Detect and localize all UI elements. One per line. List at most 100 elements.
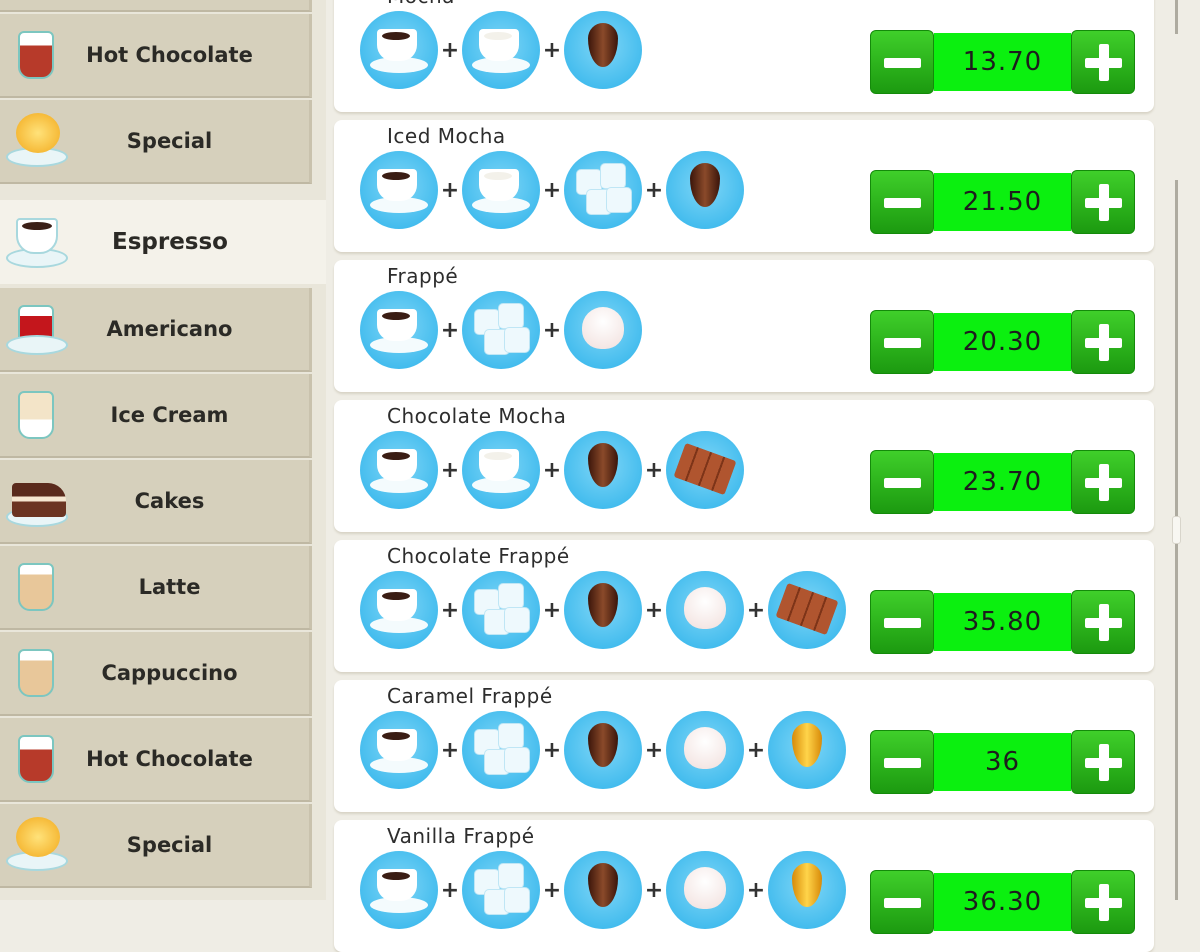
recipe-list: Mocha++13.70Iced Mocha+++21.50Frappé++20… bbox=[334, 0, 1154, 952]
sidebar-item-label: Americano bbox=[106, 317, 233, 341]
price-stepper[interactable]: 36 bbox=[870, 730, 1135, 794]
price-stepper[interactable]: 36.30 bbox=[870, 870, 1135, 934]
sidebar-item-label: Hot Chocolate bbox=[86, 43, 253, 67]
recipe-card: Iced Mocha + + +21.50 bbox=[334, 120, 1154, 252]
cup-shape bbox=[377, 449, 417, 481]
price-value: 36 bbox=[934, 733, 1071, 791]
decrease-button[interactable] bbox=[870, 30, 934, 94]
caramel-syrup-icon bbox=[768, 851, 846, 929]
plus-icon-vertical bbox=[1099, 884, 1109, 921]
decrease-button[interactable] bbox=[870, 590, 934, 654]
decrease-button[interactable] bbox=[870, 730, 934, 794]
plus-sign: + bbox=[440, 317, 460, 343]
sidebar-item[interactable]: Special bbox=[0, 804, 312, 888]
sidebar-item-label: Cappuccino bbox=[101, 661, 238, 685]
plus-sign: + bbox=[746, 737, 766, 763]
chocolate-syrup-icon bbox=[564, 571, 642, 649]
increase-button[interactable] bbox=[1071, 170, 1135, 234]
plus-icon-vertical bbox=[1099, 44, 1109, 81]
drop-shape bbox=[588, 23, 618, 67]
drop-shape bbox=[588, 583, 618, 627]
ice-cube-shape bbox=[504, 327, 530, 353]
espresso-icon bbox=[360, 571, 438, 649]
plus-sign: + bbox=[746, 877, 766, 903]
cup-shape bbox=[377, 729, 417, 761]
plus-sign: + bbox=[644, 457, 664, 483]
ice-icon bbox=[462, 851, 540, 929]
sidebar-item[interactable]: Cakes bbox=[0, 460, 312, 544]
price-stepper[interactable]: 20.30 bbox=[870, 310, 1135, 374]
increase-button[interactable] bbox=[1071, 870, 1135, 934]
increase-button[interactable] bbox=[1071, 30, 1135, 94]
scrollbar[interactable] bbox=[1172, 0, 1181, 900]
minus-icon bbox=[884, 758, 921, 768]
espresso-icon bbox=[360, 851, 438, 929]
chocolate-syrup-icon bbox=[564, 11, 642, 89]
ice-cube-shape bbox=[498, 583, 524, 609]
bar-shape bbox=[673, 442, 737, 496]
minus-icon bbox=[884, 58, 921, 68]
special-icon bbox=[6, 109, 70, 173]
bar-shape bbox=[775, 582, 839, 636]
plus-sign: + bbox=[542, 737, 562, 763]
recipe-card: Caramel Frappé + + + +36 bbox=[334, 680, 1154, 812]
sidebar-item[interactable]: Ice Cream bbox=[0, 374, 312, 458]
cup-shape bbox=[18, 563, 54, 611]
sidebar-item[interactable]: Hot Chocolate bbox=[0, 718, 312, 802]
ice-cube-shape bbox=[498, 303, 524, 329]
decrease-button[interactable] bbox=[870, 870, 934, 934]
increase-button[interactable] bbox=[1071, 730, 1135, 794]
ice-icon bbox=[564, 151, 642, 229]
plus-sign: + bbox=[440, 737, 460, 763]
plus-icon-vertical bbox=[1099, 184, 1109, 221]
chocolate-bar-icon bbox=[666, 431, 744, 509]
price-stepper[interactable]: 35.80 bbox=[870, 590, 1135, 654]
ice-cream-icon bbox=[6, 383, 70, 447]
sidebar-item[interactable]: Americano bbox=[0, 288, 312, 372]
plus-sign: + bbox=[440, 177, 460, 203]
sidebar-item-label: Hot Chocolate bbox=[86, 747, 253, 771]
sidebar-item-partial[interactable] bbox=[0, 0, 312, 12]
plus-icon-vertical bbox=[1099, 604, 1109, 641]
increase-button[interactable] bbox=[1071, 310, 1135, 374]
cup-shape bbox=[377, 309, 417, 341]
plus-sign: + bbox=[542, 177, 562, 203]
decrease-button[interactable] bbox=[870, 450, 934, 514]
cup-shape bbox=[479, 29, 519, 61]
sidebar-item[interactable]: Cappuccino bbox=[0, 632, 312, 716]
plus-sign: + bbox=[542, 877, 562, 903]
decrease-button[interactable] bbox=[870, 310, 934, 374]
ice-cube-shape bbox=[498, 723, 524, 749]
plus-sign: + bbox=[542, 597, 562, 623]
cup-shape bbox=[18, 391, 54, 439]
sidebar-item[interactable]: Espresso bbox=[0, 200, 326, 284]
decrease-button[interactable] bbox=[870, 170, 934, 234]
flower-shape bbox=[16, 817, 60, 857]
plus-icon-vertical bbox=[1099, 324, 1109, 361]
price-stepper[interactable]: 21.50 bbox=[870, 170, 1135, 234]
sidebar-item[interactable]: Hot Chocolate bbox=[0, 14, 312, 98]
whipped-cream-icon bbox=[564, 291, 642, 369]
cappuccino-icon bbox=[6, 641, 70, 705]
price-value: 13.70 bbox=[934, 33, 1071, 91]
caramel-syrup-icon bbox=[768, 711, 846, 789]
scroll-thumb[interactable] bbox=[1172, 516, 1181, 544]
price-stepper[interactable]: 13.70 bbox=[870, 30, 1135, 94]
plus-sign: + bbox=[644, 877, 664, 903]
increase-button[interactable] bbox=[1071, 450, 1135, 514]
sidebar-item[interactable]: Special bbox=[0, 100, 312, 184]
price-stepper[interactable]: 23.70 bbox=[870, 450, 1135, 514]
ingredient-list: + + + + bbox=[360, 570, 846, 650]
price-value: 36.30 bbox=[934, 873, 1071, 931]
cream-shape bbox=[684, 587, 726, 629]
recipe-card: Chocolate Mocha + + +23.70 bbox=[334, 400, 1154, 532]
increase-button[interactable] bbox=[1071, 590, 1135, 654]
sidebar-item[interactable]: Latte bbox=[0, 546, 312, 630]
chocolate-syrup-icon bbox=[564, 431, 642, 509]
ice-cube-shape bbox=[504, 607, 530, 633]
americano-icon bbox=[6, 297, 70, 361]
ice-cube-shape bbox=[498, 863, 524, 889]
plate-shape bbox=[6, 335, 68, 355]
plus-sign: + bbox=[440, 877, 460, 903]
ice-icon bbox=[462, 571, 540, 649]
